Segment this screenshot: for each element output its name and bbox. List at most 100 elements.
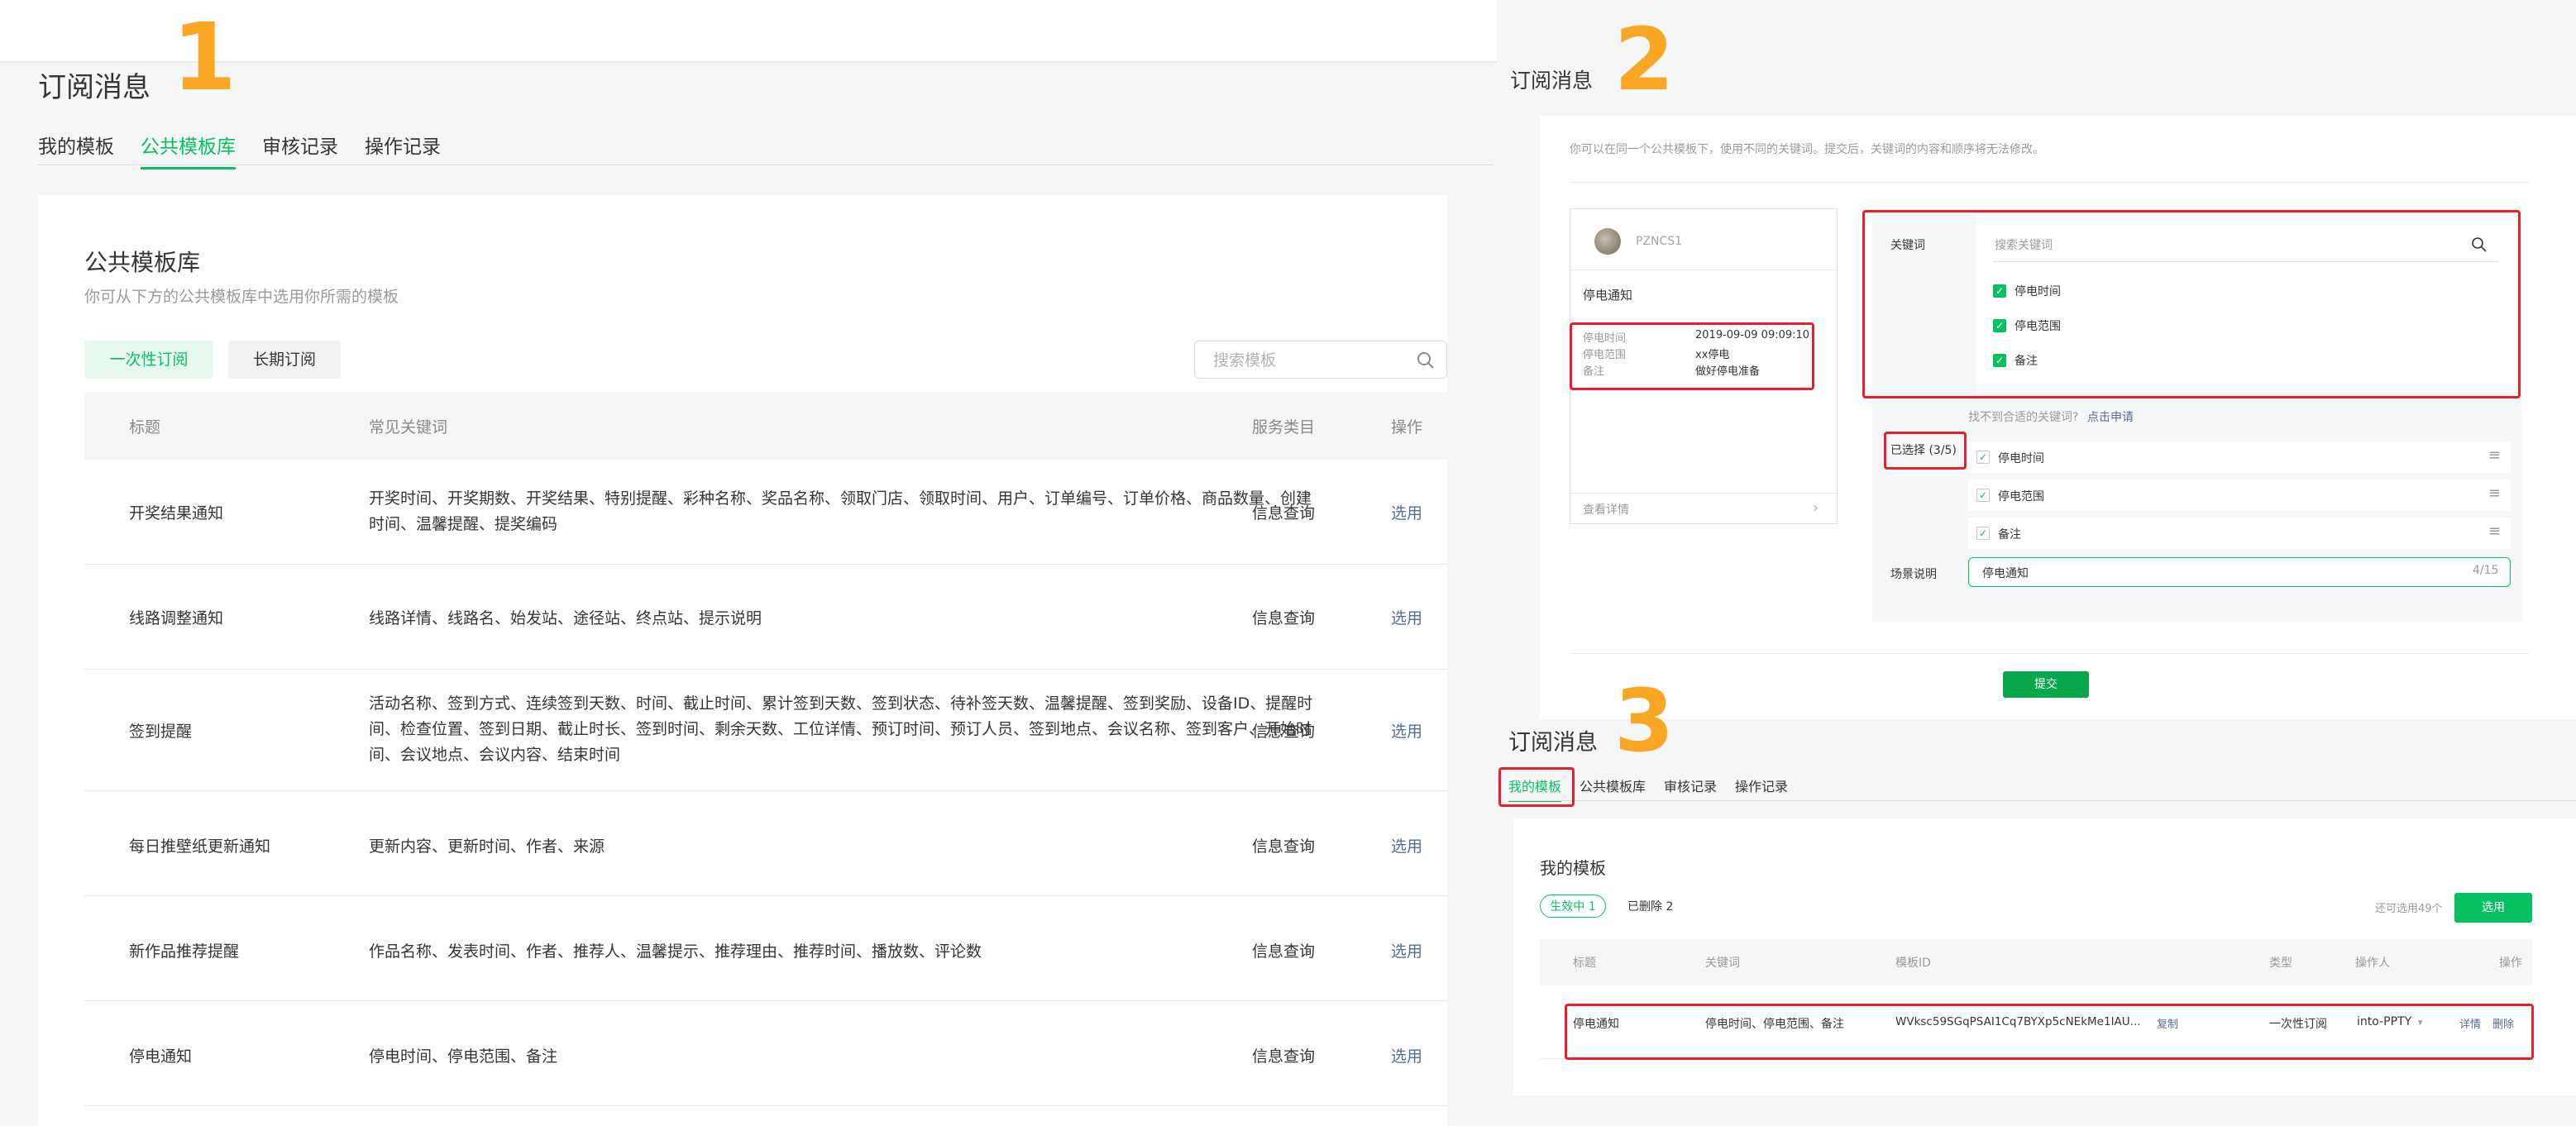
divider (1570, 182, 2529, 183)
checkbox-checked-icon[interactable]: ✓ (1976, 527, 1990, 540)
keyword-not-found-text: 找不到合适的关键词? (1968, 411, 2079, 424)
view-detail-link[interactable]: 查看详情 (1583, 501, 1629, 518)
submit-button[interactable]: 提交 (2003, 671, 2089, 698)
tab-my-templates[interactable]: 我的模板 (38, 131, 114, 169)
row-keywords: 作品名称、发表时间、作者、推荐人、温馨提示、推荐理由、推荐时间、播放数、评论数 (369, 942, 982, 961)
deleted-filter[interactable]: 已删除 2 (1627, 898, 1673, 914)
row-category: 信息查询 (1252, 1047, 1316, 1066)
chevron-right-icon: › (1813, 499, 1819, 517)
page-title: 订阅消息 (1508, 730, 1598, 756)
row-category: 信息查询 (1252, 609, 1316, 627)
row-category: 信息查询 (1252, 837, 1316, 856)
row-title: 开奖结果通知 (129, 504, 224, 522)
column-header-title: 标题 (1573, 957, 1596, 970)
select-template-button[interactable]: 选用 (2454, 893, 2532, 923)
selected-keyword-label: 停电范围 (1998, 490, 2044, 503)
search-icon[interactable] (1417, 351, 1435, 370)
row-keywords: 活动名称、签到方式、连续签到天数、时间、截止时间、累计签到天数、签到状态、待补签… (369, 694, 1313, 764)
page-title: 订阅消息 (1510, 69, 1594, 93)
divider (1570, 493, 1837, 494)
page-title: 订阅消息 (38, 71, 151, 104)
row-category: 信息查询 (1252, 942, 1316, 961)
template-search-input[interactable] (1212, 349, 1405, 372)
step-marker-3: 3 (1614, 670, 1675, 771)
filter-long-term-button[interactable]: 长期订阅 (228, 341, 341, 379)
table-header: 标题 常见关键词 服务类目 操作 (84, 392, 1447, 460)
tab-bar: 我的模板 公共模板库 审核记录 操作记录 (38, 131, 441, 169)
section-title: 我的模板 (1540, 858, 1606, 878)
table-row: 每日推壁纸更新通知 更新内容、更新时间、作者、来源 信息查询 选用 (84, 791, 1447, 896)
highlight-template-row (1565, 1004, 2534, 1060)
column-header-action: 操作 (1391, 418, 1423, 437)
column-header-template-id: 模板ID (1895, 957, 1931, 970)
row-title: 线路调整通知 (129, 609, 224, 627)
active-filter-badge[interactable]: 生效中 1 (1540, 895, 1606, 918)
column-header-title: 标题 (129, 418, 161, 437)
row-category: 信息查询 (1252, 504, 1316, 522)
table-header: 标题 关键词 模板ID 类型 操作人 操作 (1540, 939, 2532, 985)
selected-keyword-label: 备注 (1998, 528, 2021, 542)
table-row: 签到提醒 活动名称、签到方式、连续签到天数、时间、截止时间、累计签到天数、签到状… (84, 670, 1447, 791)
column-header-action: 操作 (2499, 957, 2522, 970)
highlight-keyword-options (1862, 210, 2521, 398)
tab-review-records[interactable]: 审核记录 (262, 131, 338, 169)
select-link[interactable]: 选用 (1391, 939, 1422, 961)
column-header-keywords: 常见关键词 (369, 418, 448, 437)
tab-public-library[interactable]: 公共模板库 (141, 131, 236, 169)
row-title: 签到提醒 (129, 723, 193, 741)
highlight-preview-fields (1570, 322, 1814, 390)
checkbox-checked-icon[interactable]: ✓ (1976, 489, 1990, 502)
avatar (1594, 228, 1621, 255)
filter-one-time-button[interactable]: 一次性订阅 (84, 341, 213, 379)
selected-keyword-row[interactable]: ✓ 备注 ≡ (1968, 518, 2511, 549)
highlight-selected-count (1884, 432, 1967, 470)
keyword-tip: 你可以在同一个公共模板下，使用不同的关键词。提交后，关键词的内容和顺序将无法修改… (1570, 143, 2044, 156)
select-link[interactable]: 选用 (1391, 1044, 1422, 1066)
tab-divider (1508, 800, 2576, 801)
row-keywords: 更新内容、更新时间、作者、来源 (369, 837, 605, 856)
step-marker-1: 1 (172, 4, 237, 112)
select-link[interactable]: 选用 (1391, 719, 1422, 742)
scene-input[interactable] (1981, 563, 2430, 583)
column-header-operator: 操作人 (2355, 957, 2390, 970)
scene-label: 场景说明 (1890, 568, 1937, 581)
column-header-keywords: 关键词 (1705, 957, 1740, 970)
library-subtitle: 你可从下方的公共模板库中选用你所需的模板 (84, 288, 399, 306)
column-header-category: 服务类目 (1252, 418, 1316, 437)
preview-template-name: 停电通知 (1583, 288, 1633, 303)
highlight-my-templates-tab (1498, 767, 1575, 807)
selected-keyword-label: 停电时间 (1998, 452, 2044, 465)
table-row: 新作品推荐提醒 作品名称、发表时间、作者、推荐人、温馨提示、推荐理由、推荐时间、… (84, 896, 1447, 1001)
selected-keyword-row[interactable]: ✓ 停电范围 ≡ (1968, 480, 2511, 511)
select-link[interactable]: 选用 (1391, 501, 1422, 523)
checkbox-checked-icon[interactable]: ✓ (1976, 451, 1990, 464)
row-keywords: 开奖时间、开奖期数、开奖结果、特别提醒、彩种名称、奖品名称、领取门店、领取时间、… (369, 489, 1312, 533)
tab-operation-records[interactable]: 操作记录 (1735, 775, 1788, 802)
divider (1570, 653, 2529, 654)
remaining-count: 还可选用49个 (2375, 903, 2443, 915)
row-title: 停电通知 (129, 1047, 193, 1066)
row-category: 信息查询 (1252, 723, 1316, 741)
apply-keyword-link[interactable]: 点击申请 (2087, 408, 2134, 425)
select-link[interactable]: 选用 (1391, 834, 1422, 856)
row-keywords: 停电时间、停电范围、备注 (369, 1047, 558, 1066)
selected-keyword-row[interactable]: ✓ 停电时间 ≡ (1968, 441, 2511, 473)
select-link[interactable]: 选用 (1391, 606, 1422, 628)
account-name: PZNCS1 (1636, 235, 1683, 248)
drag-handle-icon[interactable]: ≡ (2488, 484, 2501, 502)
table-row: 开奖结果通知 开奖时间、开奖期数、开奖结果、特别提醒、彩种名称、奖品名称、领取门… (84, 460, 1447, 565)
table-row: 线路调整通知 线路详情、线路名、始发站、途径站、终点站、提示说明 信息查询 选用 (84, 565, 1447, 670)
tab-review-records[interactable]: 审核记录 (1664, 775, 1717, 802)
drag-handle-icon[interactable]: ≡ (2488, 446, 2501, 464)
library-title: 公共模板库 (84, 249, 201, 276)
template-search-box (1194, 341, 1447, 379)
drag-handle-icon[interactable]: ≡ (2488, 522, 2501, 540)
tab-public-library[interactable]: 公共模板库 (1580, 775, 1646, 802)
tab-operation-records[interactable]: 操作记录 (365, 131, 441, 169)
table-row: 停电通知 停电时间、停电范围、备注 信息查询 选用 (84, 1001, 1447, 1106)
scene-char-count: 4/15 (2473, 564, 2499, 577)
scene-field (1968, 557, 2511, 587)
row-keywords: 线路详情、线路名、始发站、途径站、终点站、提示说明 (369, 609, 762, 627)
step-marker-2: 2 (1614, 9, 1675, 110)
row-title: 每日推壁纸更新通知 (129, 837, 271, 856)
